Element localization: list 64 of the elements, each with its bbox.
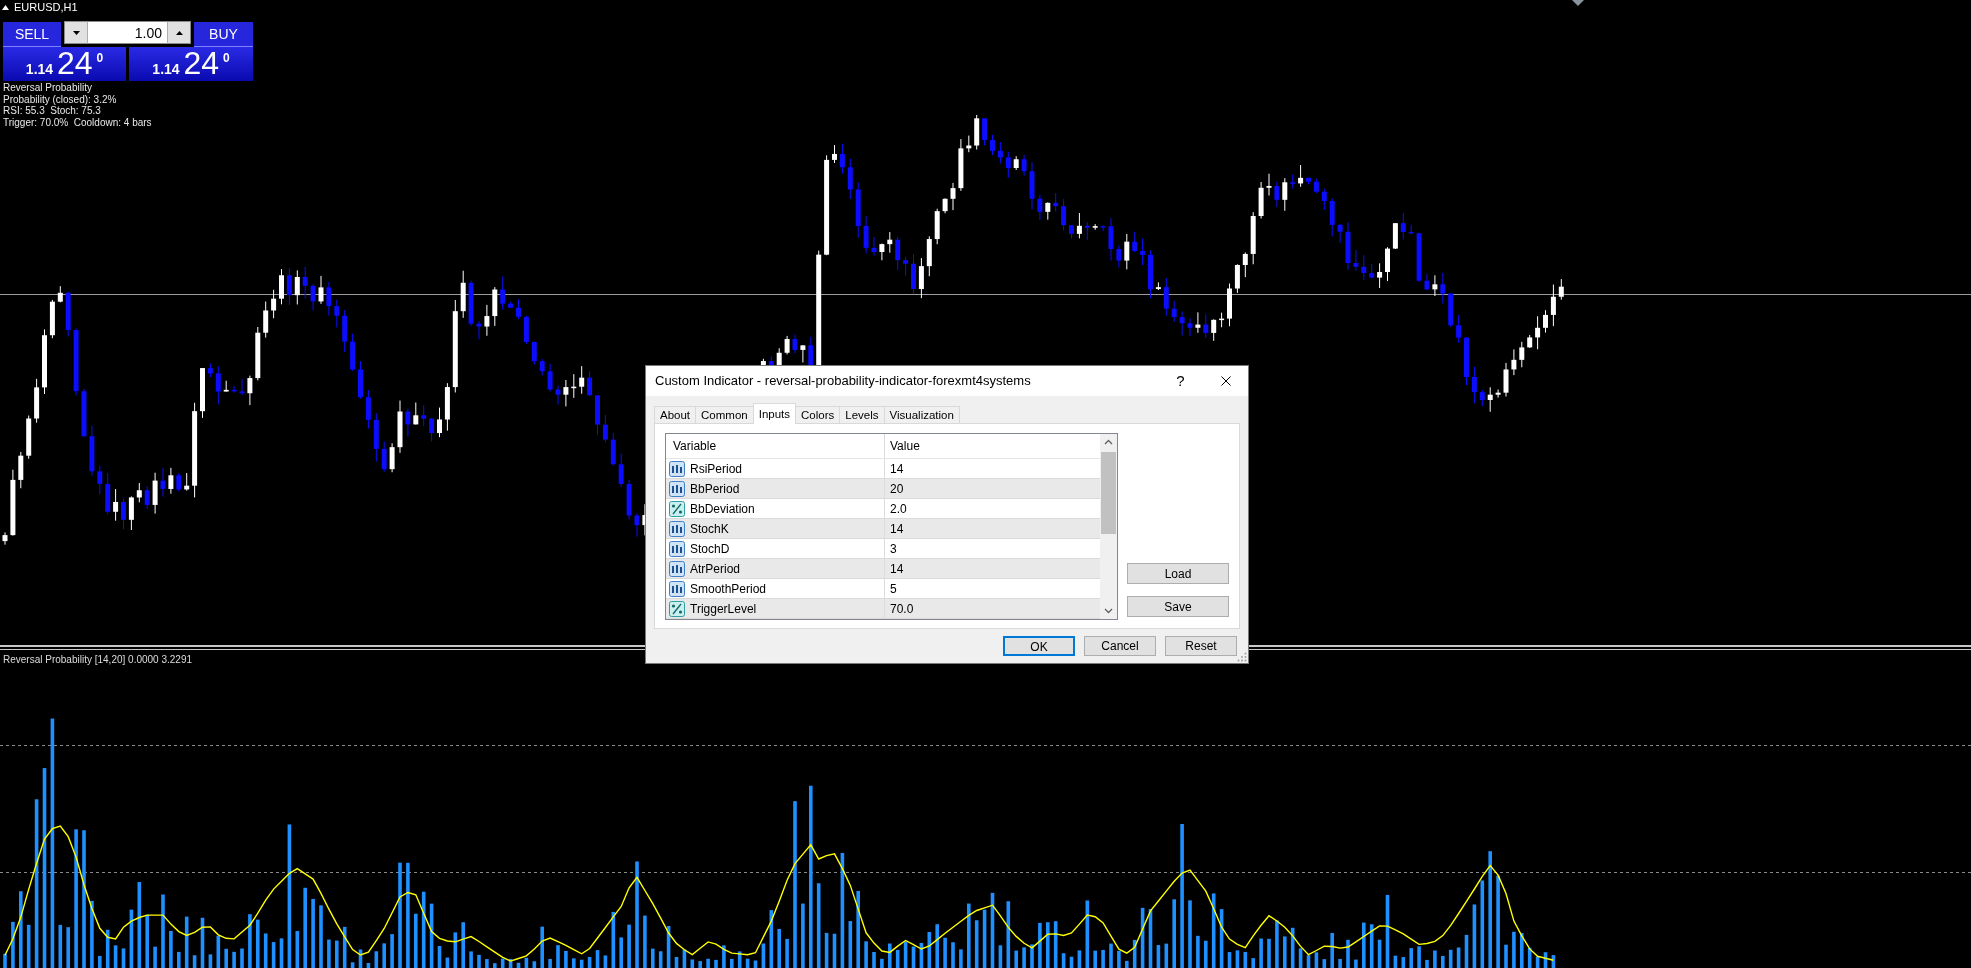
lot-increase-button[interactable] — [167, 21, 191, 44]
variable-name: BbDeviation — [690, 500, 755, 518]
tab[interactable]: Inputs — [752, 403, 797, 424]
variable-name: BbPeriod — [690, 480, 740, 498]
table-row[interactable]: StochK 14 — [666, 519, 1100, 539]
buy-button[interactable]: BUY — [194, 22, 253, 47]
lot-field[interactable]: 1.00 — [88, 21, 167, 44]
variable-value[interactable]: 14 — [890, 559, 904, 578]
indicator-title-label: Reversal Probability [14,20] 0.0000 3.2291 — [3, 653, 192, 667]
caret-down-icon — [72, 30, 80, 35]
save-button[interactable]: Save — [1127, 596, 1229, 617]
dialog-title: Custom Indicator - reversal-probability-indicator-forexmt4systems — [655, 372, 1031, 391]
variable-value[interactable]: 70.0 — [890, 599, 914, 618]
variable-name: StochD — [690, 540, 730, 558]
load-button[interactable]: Load — [1127, 563, 1229, 584]
sell-button[interactable]: SELL — [3, 22, 61, 47]
indicator-info-text: Probability (closed): 3.2% — [3, 93, 117, 106]
buy-price-button[interactable]: 1.14 24$^{0}$ — [129, 47, 253, 81]
number-type-icon — [669, 540, 685, 557]
variable-value[interactable]: 14 — [890, 519, 904, 538]
number-type-icon — [669, 460, 685, 477]
variable-value[interactable]: 5 — [890, 579, 897, 598]
close-icon — [1220, 376, 1231, 386]
table-row[interactable]: AtrPeriod 14 — [666, 559, 1100, 579]
tab[interactable]: About — [654, 406, 697, 423]
table-row[interactable]: SmoothPeriod 5 — [666, 579, 1100, 599]
variable-value[interactable]: 20 — [890, 479, 904, 498]
help-button[interactable]: ? — [1158, 366, 1203, 396]
variable-name: SmoothPeriod — [690, 580, 767, 598]
variable-name: StochK — [690, 520, 729, 538]
scrollbar-thumb[interactable] — [1101, 452, 1116, 534]
fraction-type-icon — [669, 600, 685, 617]
number-type-icon — [669, 560, 685, 577]
number-type-icon — [669, 520, 685, 537]
table-row[interactable]: StochD 3 — [666, 539, 1100, 559]
resize-grip-icon[interactable] — [1237, 652, 1247, 662]
table-row[interactable]: BbDeviation 2.0 — [666, 499, 1100, 519]
variable-value[interactable]: 3 — [890, 539, 897, 558]
lot-decrease-button[interactable] — [64, 21, 88, 44]
table-row[interactable]: BbPeriod 20 — [666, 479, 1100, 499]
symbol-label: EURUSD,H1 — [14, 0, 78, 16]
number-type-icon — [669, 580, 685, 597]
triangle-marker-icon[interactable] — [1572, 0, 1584, 6]
variable-name: RsiPeriod — [690, 460, 743, 478]
caret-up-icon — [175, 30, 183, 35]
table-row[interactable]: TriggerLevel 70.0 — [666, 599, 1100, 619]
column-header: Variable — [673, 438, 717, 455]
variable-name: AtrPeriod — [690, 560, 741, 578]
ok-button[interactable]: OK — [1003, 636, 1075, 656]
variable-name: TriggerLevel — [690, 600, 757, 618]
indicator-info-text: Reversal Probability — [3, 82, 92, 94]
cancel-button[interactable]: Cancel — [1084, 636, 1156, 656]
sell-price-button[interactable]: 1.14 24$^{0}$ — [3, 47, 126, 81]
indicator-info-text: RSI: 55.3 Stoch: 75.3 — [3, 105, 101, 118]
reset-button[interactable]: Reset — [1165, 636, 1237, 656]
caret-up-icon[interactable] — [2, 5, 9, 10]
indicator-info-text: Trigger: 70.0% Cooldown: 4 bars — [3, 117, 152, 129]
table-row[interactable]: RsiPeriod 14 — [666, 459, 1100, 479]
tab[interactable]: Visualization — [883, 406, 960, 423]
column-header: Value — [890, 438, 920, 455]
fraction-type-icon — [669, 500, 685, 517]
variable-value[interactable]: 2.0 — [890, 499, 907, 518]
number-type-icon — [669, 480, 685, 497]
variable-value[interactable]: 14 — [890, 459, 904, 478]
